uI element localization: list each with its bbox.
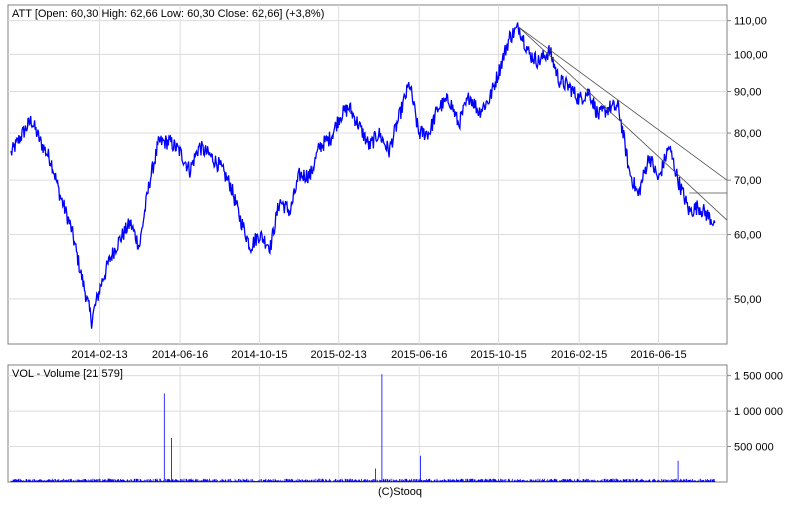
x-tick-label: 2015-06-16 bbox=[391, 349, 447, 361]
x-tick-label: 2014-10-15 bbox=[231, 349, 287, 361]
price-y-tick-label: 80,00 bbox=[734, 128, 762, 140]
price-y-tick-label: 90,00 bbox=[734, 86, 762, 98]
x-tick-label: 2014-02-13 bbox=[71, 349, 127, 361]
x-tick-label: 2015-10-15 bbox=[470, 349, 526, 361]
x-tick-label: 2014-06-16 bbox=[152, 349, 208, 361]
x-tick-label: 2016-02-15 bbox=[551, 349, 607, 361]
price-y-tick-label: 50,00 bbox=[734, 294, 762, 306]
volume-y-tick-label: 1 500 000 bbox=[734, 371, 783, 383]
price-y-tick-label: 70,00 bbox=[734, 175, 762, 187]
stock-chart: 2014-02-13 2014-06-16 2014-10-15 2015-02-13… bbox=[0, 0, 800, 500]
x-tick-label: 2016-06-15 bbox=[630, 349, 686, 361]
price-y-tick-label: 60,00 bbox=[734, 230, 762, 242]
volume-panel-frame bbox=[7, 364, 728, 483]
price-y-tick-label: 110,00 bbox=[734, 16, 767, 28]
price-panel-frame bbox=[7, 4, 728, 345]
volume-y-tick-label: 500 000 bbox=[734, 442, 774, 454]
volume-y-tick-label: 1 000 000 bbox=[734, 406, 783, 418]
copyright-footer: (C)Stooq bbox=[377, 486, 423, 498]
price-title: ATT [Open: 60,30 High: 62,66 Low: 60,30 … bbox=[12, 8, 324, 20]
chart-svg: 2014-02-13 2014-06-16 2014-10-15 2015-02-13… bbox=[7, 4, 783, 483]
volume-title: VOL - Volume [21 579] bbox=[12, 368, 123, 380]
price-y-tick-label: 100,00 bbox=[734, 49, 768, 61]
x-tick-label: 2015-02-13 bbox=[311, 349, 367, 361]
